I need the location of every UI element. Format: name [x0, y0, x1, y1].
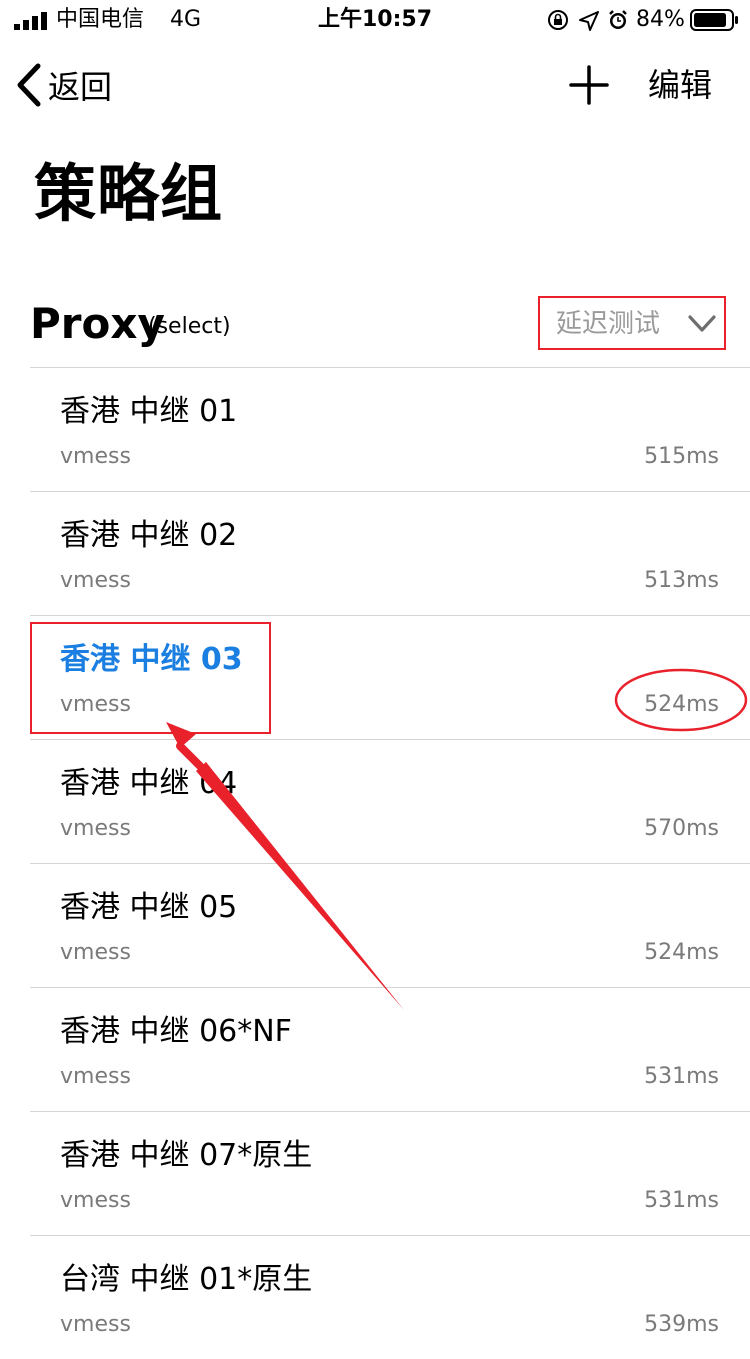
proxy-latency: 539ms — [644, 1312, 719, 1337]
proxy-latency: 531ms — [644, 1064, 719, 1089]
proxy-latency: 570ms — [644, 816, 719, 841]
proxy-protocol: vmess — [60, 444, 131, 469]
proxy-protocol: vmess — [60, 1312, 131, 1337]
proxy-name: 台湾 中继 01*原生 — [60, 1262, 313, 1297]
proxy-latency: 513ms — [644, 568, 719, 593]
section-name: Proxy — [30, 299, 165, 348]
chevron-down-icon — [688, 315, 716, 332]
proxy-row[interactable]: 台湾 中继 01*原生 vmess 539ms — [30, 1235, 750, 1359]
proxy-row[interactable]: 香港 中继 06*NF vmess 531ms — [30, 987, 750, 1111]
proxy-name: 香港 中继 02 — [60, 518, 238, 553]
status-bar: 中国电信 4G 上午10:57 84% — [0, 0, 750, 40]
proxy-latency: 524ms — [644, 940, 719, 965]
proxy-latency: 531ms — [644, 1188, 719, 1213]
battery-icon — [690, 9, 738, 31]
proxy-row[interactable]: 香港 中继 07*原生 vmess 531ms — [30, 1111, 750, 1235]
proxy-latency: 524ms — [644, 692, 719, 717]
nav-bar: 返回 编辑 — [0, 50, 750, 120]
battery-percent: 84% — [636, 7, 685, 32]
edit-button[interactable]: 编辑 — [648, 62, 712, 108]
proxy-protocol: vmess — [60, 816, 131, 841]
alarm-icon — [609, 10, 627, 29]
proxy-name: 香港 中继 04 — [60, 766, 238, 801]
proxy-row[interactable]: 香港 中继 02 vmess 513ms — [30, 491, 750, 615]
section-header: Proxy (select) 延迟测试 — [30, 296, 730, 356]
annotation-highlight-box — [30, 622, 271, 734]
plus-icon[interactable] — [566, 62, 612, 108]
back-button[interactable]: 返回 — [14, 62, 112, 108]
section-type: (select) — [148, 314, 231, 339]
proxy-name: 香港 中继 06*NF — [60, 1014, 292, 1049]
proxy-list: 香港 中继 01 vmess 515ms 香港 中继 02 vmess 513m… — [30, 367, 750, 1359]
proxy-protocol: vmess — [60, 1188, 131, 1213]
proxy-row[interactable]: 香港 中继 04 vmess 570ms — [30, 739, 750, 863]
status-icons — [548, 10, 627, 31]
back-label: 返回 — [48, 68, 113, 106]
proxy-protocol: vmess — [60, 1064, 131, 1089]
chevron-left-icon — [17, 63, 41, 107]
page-title: 策略组 — [34, 157, 224, 230]
proxy-protocol: vmess — [60, 568, 131, 593]
proxy-row[interactable]: 香港 中继 05 vmess 524ms — [30, 863, 750, 987]
latency-test-button[interactable]: 延迟测试 — [538, 296, 726, 350]
location-icon — [579, 11, 599, 31]
proxy-name: 香港 中继 01 — [60, 394, 238, 429]
proxy-protocol: vmess — [60, 940, 131, 965]
proxy-name: 香港 中继 05 — [60, 890, 238, 925]
orientation-lock-icon — [548, 10, 568, 30]
latency-test-label: 延迟测试 — [556, 309, 661, 339]
proxy-name: 香港 中继 07*原生 — [60, 1138, 313, 1173]
proxy-latency: 515ms — [644, 444, 719, 469]
proxy-row[interactable]: 香港 中继 01 vmess 515ms — [30, 367, 750, 491]
